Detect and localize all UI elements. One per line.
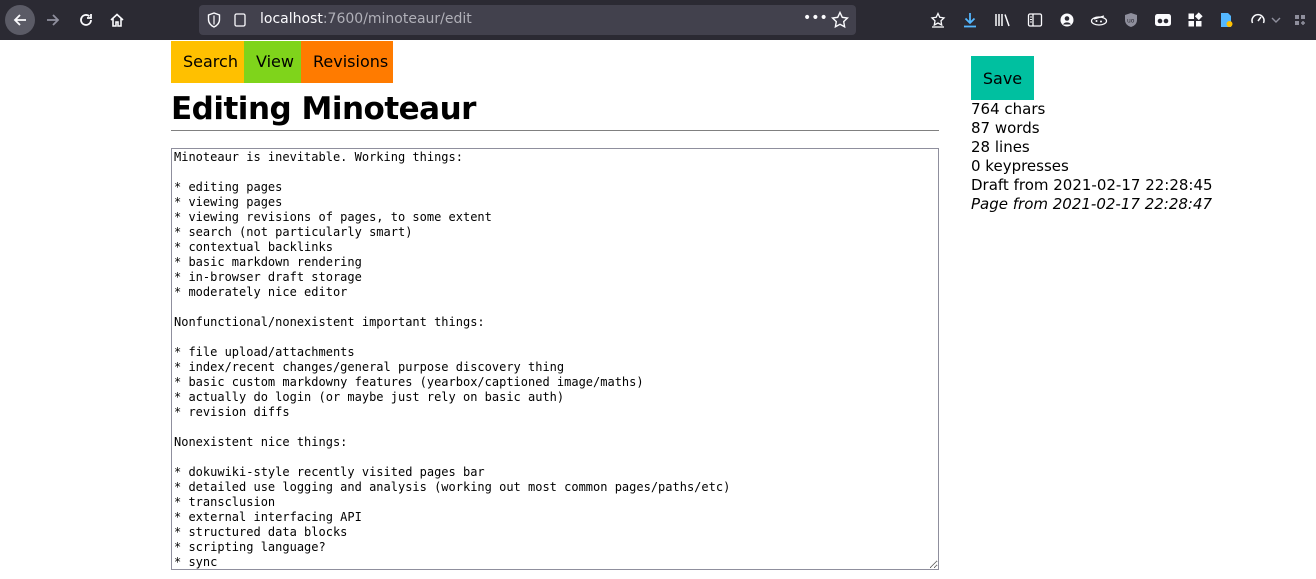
- reader-save-icon[interactable]: [929, 11, 947, 29]
- page-timestamp: Page from 2021-02-17 22:28:47: [971, 195, 1213, 213]
- account-icon[interactable]: [1058, 11, 1076, 29]
- nav-revisions-link[interactable]: Revisions: [301, 41, 393, 83]
- editor-sidebar: Save 764 chars 87 words 28 lines 0 keypr…: [971, 56, 1271, 214]
- svg-text:uo: uo: [1127, 18, 1135, 25]
- reload-icon: [80, 14, 92, 26]
- downloads-icon[interactable]: [961, 11, 979, 29]
- word-count: 87 words: [971, 119, 1040, 137]
- url-path: :7600/minoteaur/edit: [322, 11, 472, 27]
- chevron-down-icon[interactable]: [1270, 11, 1282, 29]
- line-count: 28 lines: [971, 138, 1030, 156]
- page-nav: Search View Revisions: [171, 41, 393, 83]
- home-icon: [110, 13, 124, 27]
- reload-button[interactable]: [71, 5, 101, 35]
- extension-document-icon[interactable]: [1217, 11, 1235, 29]
- url-text[interactable]: localhost:7600/minoteaur/edit: [260, 11, 472, 27]
- bookmark-star-icon[interactable]: [831, 11, 849, 29]
- extension-cloud-icon[interactable]: [1090, 11, 1108, 29]
- page-info-icon[interactable]: [234, 13, 246, 27]
- back-arrow-icon: [13, 14, 26, 26]
- overflow-menu-icon[interactable]: [1291, 11, 1309, 29]
- library-icon[interactable]: [994, 11, 1012, 29]
- keypress-count: 0 keypresses: [971, 157, 1069, 175]
- home-button[interactable]: [102, 5, 132, 35]
- page-title: Editing Minoteaur: [171, 90, 939, 131]
- save-button[interactable]: Save: [971, 56, 1034, 100]
- browser-toolbar: localhost:7600/minoteaur/edit ••• uo: [0, 0, 1316, 40]
- extension-gauge-icon[interactable]: [1249, 11, 1267, 29]
- page-actions-menu-icon[interactable]: •••: [803, 10, 828, 26]
- url-bar[interactable]: localhost:7600/minoteaur/edit •••: [199, 5, 856, 35]
- forward-arrow-icon: [47, 14, 60, 26]
- nav-view-link[interactable]: View: [244, 41, 301, 83]
- ublock-shield-icon[interactable]: uo: [1122, 11, 1140, 29]
- extensions-grid-icon[interactable]: [1186, 11, 1204, 29]
- tracking-protection-shield-icon[interactable]: [207, 12, 221, 28]
- sidebar-toggle-icon[interactable]: [1026, 11, 1044, 29]
- extension-glasses-icon[interactable]: [1154, 11, 1172, 29]
- url-host: localhost: [260, 11, 323, 27]
- forward-button[interactable]: [38, 5, 68, 35]
- draft-timestamp: Draft from 2021-02-17 22:28:45: [971, 176, 1213, 194]
- char-count: 764 chars: [971, 100, 1046, 118]
- editor-stats: 764 chars 87 words 28 lines 0 keypresses…: [971, 100, 1271, 214]
- page-editor-textarea[interactable]: [171, 148, 939, 570]
- back-button[interactable]: [5, 5, 35, 35]
- nav-search-link[interactable]: Search: [171, 41, 244, 83]
